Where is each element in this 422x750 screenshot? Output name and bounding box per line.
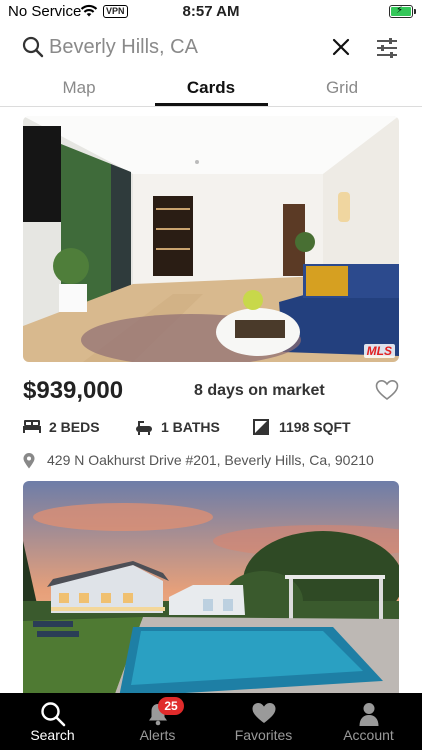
close-icon[interactable]: [332, 38, 350, 61]
nav-account-label: Account: [343, 727, 394, 743]
clock-text: 8:57 AM: [182, 3, 240, 20]
beds-text: 2 BEDS: [49, 419, 100, 435]
view-tabs: Map Cards Grid: [0, 72, 422, 107]
bed-icon: [23, 420, 41, 433]
tab-cards[interactable]: Cards: [151, 78, 271, 98]
heart-icon: [252, 703, 276, 723]
nav-alerts[interactable]: 25 Alerts: [105, 693, 210, 750]
address-text: 429 N Oakhurst Drive #201, Beverly Hills…: [47, 452, 374, 468]
nav-alerts-label: Alerts: [139, 727, 176, 743]
nav-favorites-label: Favorites: [234, 727, 293, 743]
search-input[interactable]: Beverly Hills, CA: [49, 36, 198, 59]
active-tab-indicator: [155, 103, 268, 106]
tab-grid[interactable]: Grid: [282, 78, 402, 98]
nav-account[interactable]: Account: [316, 693, 421, 750]
area-icon: [253, 419, 269, 435]
mls-logo: MLS: [363, 344, 395, 358]
listing-photo[interactable]: [23, 481, 399, 693]
listing-photo[interactable]: MLS: [23, 116, 399, 362]
listing-price: $939,000: [23, 377, 124, 404]
listing-list[interactable]: MLS $939,000 8 days on market 2 BEDS 1 B…: [0, 107, 422, 693]
bathtub-icon: [136, 421, 152, 435]
status-bar: No Service VPN 8:57 AM ⚡: [0, 0, 422, 24]
magnifier-icon[interactable]: [22, 36, 44, 63]
baths-text: 1 BATHS: [161, 419, 220, 435]
nav-search-label: Search: [30, 727, 75, 743]
days-on-market: 8 days on market: [194, 382, 325, 399]
search-bar[interactable]: Beverly Hills, CA: [0, 26, 422, 72]
nav-favorites[interactable]: Favorites: [211, 693, 316, 750]
nav-search[interactable]: Search: [0, 693, 105, 750]
sqft-text: 1198 SQFT: [279, 419, 351, 435]
location-pin-icon: [23, 453, 35, 469]
bottom-tab-bar: Search 25 Alerts Favorites Account: [0, 693, 422, 750]
person-icon: [359, 703, 379, 726]
favorite-heart-icon[interactable]: [375, 379, 399, 406]
tab-map[interactable]: Map: [19, 78, 139, 98]
alerts-badge: 25: [158, 697, 184, 715]
battery-icon: ⚡: [389, 5, 416, 18]
listing-specs: 2 BEDS 1 BATHS 1198 SQFT: [23, 418, 399, 438]
search-icon: [41, 702, 66, 727]
sliders-icon[interactable]: [375, 36, 399, 65]
